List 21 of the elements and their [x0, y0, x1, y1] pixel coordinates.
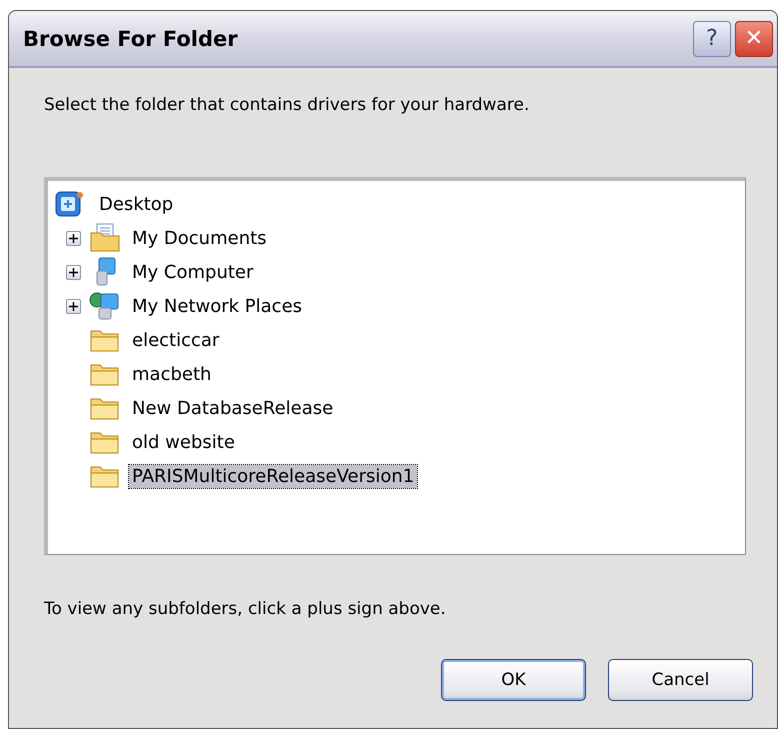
ok-button[interactable]: OK	[441, 659, 586, 701]
cancel-button[interactable]: Cancel	[608, 659, 753, 701]
network-computers-icon	[89, 291, 121, 321]
tree-item[interactable]: old website	[129, 430, 238, 454]
expand-toggle[interactable]	[66, 264, 81, 280]
expand-toggle[interactable]	[66, 298, 81, 314]
expand-toggle[interactable]	[66, 230, 81, 246]
tree-item[interactable]: PARISMulticoreReleaseVersion1	[129, 464, 418, 488]
documents-folder-icon	[89, 223, 121, 253]
window-title: Browse For Folder	[23, 26, 239, 50]
hint-text: To view any subfolders, click a plus sign above.	[44, 599, 446, 619]
tree-item[interactable]: electiccar	[129, 328, 222, 352]
desktop-icon	[54, 190, 84, 218]
instruction-text: Select the folder that contains drivers for your hardware.	[44, 94, 530, 115]
tree-item[interactable]: My Documents	[129, 226, 270, 250]
tree-item[interactable]: macbeth	[129, 362, 214, 386]
help-button[interactable]: ?	[693, 20, 731, 56]
tree-item[interactable]: New DatabaseRelease	[129, 396, 336, 420]
tree-item[interactable]: My Network Places	[129, 294, 306, 318]
tree-item[interactable]: My Computer	[129, 260, 256, 284]
tree-item[interactable]: Desktop	[96, 192, 176, 216]
